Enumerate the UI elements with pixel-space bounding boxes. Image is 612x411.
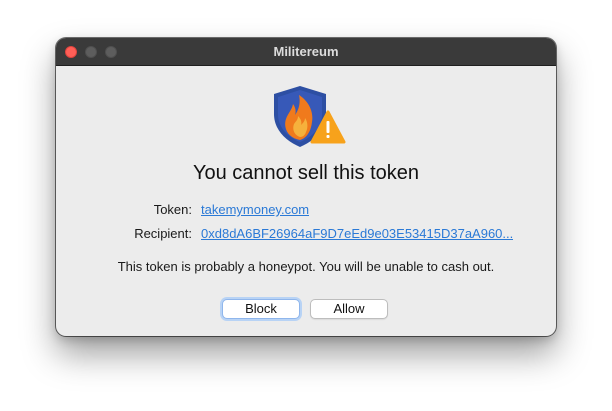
window-title: Militereum bbox=[273, 44, 339, 59]
dialog-window: Militereum You cannot sell this token To… bbox=[56, 38, 556, 336]
title-bar[interactable]: Militereum bbox=[56, 38, 556, 66]
token-label: Token: bbox=[153, 202, 192, 217]
shield-flame-warning-icon bbox=[274, 86, 346, 147]
allow-button[interactable]: Allow bbox=[310, 299, 388, 319]
recipient-row: Recipient: 0xd8dA6BF26964aF9D7eEd9e03E53… bbox=[56, 225, 556, 243]
warning-message: This token is probably a honeypot. You w… bbox=[117, 259, 495, 274]
dialog-heading: You cannot sell this token bbox=[192, 162, 420, 184]
recipient-label: Recipient: bbox=[134, 226, 192, 241]
token-row: Token: takemymoney.com bbox=[56, 201, 556, 219]
token-link[interactable]: takemymoney.com bbox=[201, 201, 309, 219]
block-button[interactable]: Block bbox=[222, 299, 300, 319]
recipient-address-link[interactable]: 0xd8dA6BF26964aF9D7eEd9e03E53415D37aA960… bbox=[201, 225, 513, 243]
